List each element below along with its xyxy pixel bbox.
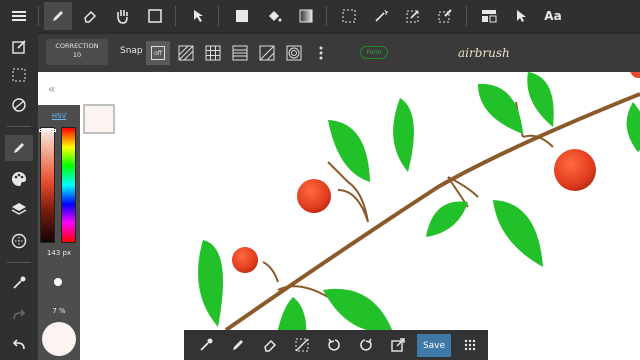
- berry: [232, 247, 258, 273]
- redo-icon[interactable]: [5, 302, 33, 328]
- saturation-marker[interactable]: [39, 129, 56, 132]
- hue-slider[interactable]: [61, 127, 76, 243]
- pencil-icon[interactable]: [44, 2, 72, 30]
- layers-icon[interactable]: [5, 196, 33, 222]
- snap-grid-button[interactable]: [201, 41, 225, 65]
- berry: [554, 149, 596, 191]
- magic-wand-icon[interactable]: [367, 2, 395, 30]
- top-toolbar: Aa: [0, 0, 640, 32]
- save-button[interactable]: Save: [417, 334, 451, 357]
- filled-square-icon[interactable]: [228, 2, 256, 30]
- undo-icon[interactable]: [322, 333, 346, 357]
- leaf: [493, 200, 543, 267]
- leaf: [328, 120, 370, 182]
- grid-menu-icon[interactable]: [458, 333, 482, 357]
- fill-bucket-icon[interactable]: [260, 2, 288, 30]
- brush-name-label: airbrush: [458, 46, 510, 60]
- branch: [224, 92, 640, 332]
- text-tool-button[interactable]: Aa: [538, 2, 568, 30]
- collapse-panel-icon[interactable]: «: [48, 82, 55, 96]
- undo-icon[interactable]: [5, 332, 33, 358]
- opacity-value: 7 %: [52, 307, 66, 315]
- artwork: [198, 72, 640, 360]
- edit-icon[interactable]: [5, 34, 33, 60]
- leaf: [527, 72, 554, 127]
- square-icon[interactable]: [141, 2, 169, 30]
- brush-tool-icon[interactable]: [5, 135, 33, 161]
- redo-icon[interactable]: [354, 333, 378, 357]
- rotate-canvas-icon[interactable]: [5, 92, 33, 118]
- selection-pen-icon[interactable]: [431, 2, 459, 30]
- current-color-swatch[interactable]: [83, 104, 115, 134]
- correction-button[interactable]: CORRECTION 10: [46, 39, 108, 65]
- pencil-icon[interactable]: [226, 333, 250, 357]
- left-toolbar: [0, 32, 38, 360]
- material-icon[interactable]: [5, 228, 33, 254]
- hsv-mode-toggle[interactable]: HSV: [38, 112, 80, 120]
- eyedropper-icon[interactable]: [5, 270, 33, 296]
- export-icon[interactable]: [386, 333, 410, 357]
- snap-label: Snap: [120, 46, 143, 56]
- eyedropper-icon[interactable]: [194, 333, 218, 357]
- snap-concentric-button[interactable]: [282, 41, 306, 65]
- palette-icon[interactable]: [5, 166, 33, 192]
- deselect-icon[interactable]: [290, 333, 314, 357]
- layout-icon[interactable]: [475, 2, 503, 30]
- edit-selection-icon[interactable]: [399, 2, 427, 30]
- snap-horizontal-button[interactable]: [228, 41, 252, 65]
- leaf: [478, 83, 523, 134]
- color-panel: HSV 143 px 7 %: [38, 105, 80, 360]
- eraser-icon[interactable]: [76, 2, 104, 30]
- leaf: [393, 98, 414, 172]
- select-area-icon[interactable]: [5, 62, 33, 88]
- move-icon[interactable]: [185, 2, 213, 30]
- opacity-preview-swatch[interactable]: [42, 322, 76, 356]
- bottom-toolbar: Save: [184, 330, 488, 360]
- snap-perspective-button[interactable]: [255, 41, 279, 65]
- eraser-icon[interactable]: [258, 333, 282, 357]
- berry: [297, 179, 331, 213]
- menu-icon[interactable]: [5, 2, 33, 30]
- snap-off-label: off: [151, 46, 165, 60]
- correction-value: 10: [72, 51, 82, 59]
- correction-label: CORRECTION: [55, 42, 99, 50]
- cursor-icon[interactable]: [507, 2, 535, 30]
- leaf: [323, 288, 393, 333]
- brush-options-bar: CORRECTION 10 Snap off Form airbrush: [38, 34, 640, 72]
- more-options-icon[interactable]: [309, 41, 333, 65]
- drawing-canvas[interactable]: [38, 72, 640, 360]
- snap-off-button[interactable]: off: [146, 41, 170, 65]
- form-badge: Form: [360, 46, 388, 59]
- leaf: [626, 102, 640, 152]
- app-window: Aa CORRECTION 10 Snap off Form airbrush …: [0, 0, 640, 360]
- leaf: [426, 201, 468, 237]
- selection-icon[interactable]: [335, 2, 363, 30]
- brush-size-value: 143 px: [46, 249, 72, 257]
- gradient-icon[interactable]: [292, 2, 320, 30]
- hand-icon[interactable]: [108, 2, 136, 30]
- brush-size-preview[interactable]: [54, 278, 62, 286]
- leaf: [198, 240, 223, 327]
- saturation-slider[interactable]: [40, 127, 55, 243]
- snap-parallel-button[interactable]: [174, 41, 198, 65]
